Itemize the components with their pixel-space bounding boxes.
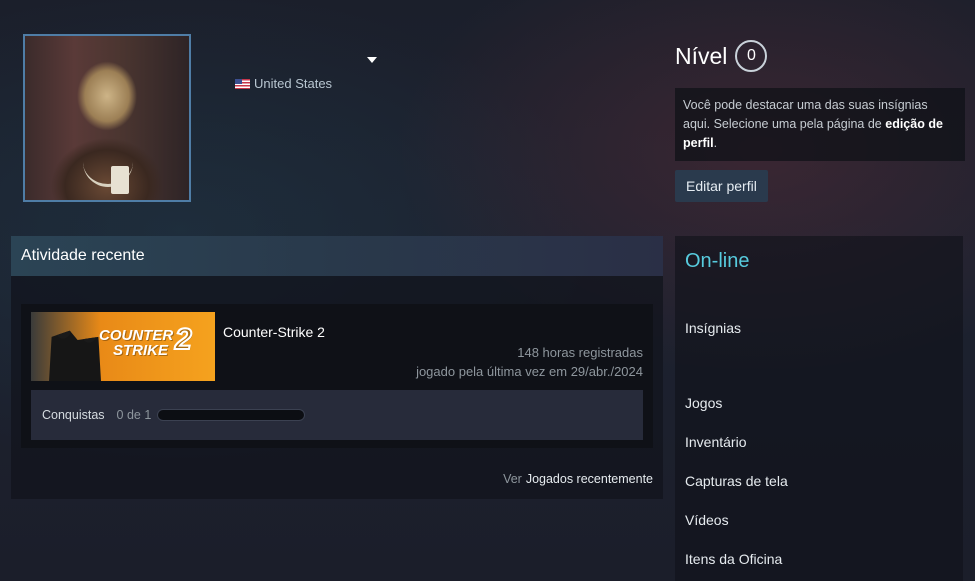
online-status: On-line <box>685 250 750 272</box>
view-prefix: Ver <box>503 472 522 486</box>
capsule-figures <box>49 330 101 381</box>
edit-profile-button[interactable]: Editar perfil <box>675 170 768 202</box>
us-flag-icon <box>235 78 250 89</box>
recently-played-link[interactable]: Jogados recentemente <box>526 472 653 486</box>
chevron-down-icon[interactable] <box>367 57 377 63</box>
game-capsule-image[interactable]: COUNTER STRIKE 2 <box>31 312 215 381</box>
recent-activity-section: Atividade recente COUNTER STRIKE 2 Count… <box>11 236 663 499</box>
capsule-logo-number: 2 <box>174 323 193 356</box>
profile-level: Nível 0 <box>675 40 768 72</box>
side-link-inventory[interactable]: Inventário <box>685 434 746 450</box>
side-link-workshop[interactable]: Itens da Oficina <box>685 551 782 567</box>
achievements-label[interactable]: Conquistas <box>42 408 105 422</box>
avatar[interactable] <box>23 34 191 202</box>
recent-activity-header: Atividade recente <box>11 236 663 276</box>
profile-side-panel: On-line Insígnias Jogos Inventário Captu… <box>675 236 963 581</box>
game-hours: 148 horas registradas <box>517 345 643 360</box>
side-link-videos[interactable]: Vídeos <box>685 512 729 528</box>
side-link-badges[interactable]: Insígnias <box>685 320 741 336</box>
achievements-progress-bar <box>157 409 306 421</box>
level-badge[interactable]: 0 <box>735 40 768 72</box>
capsule-logo: COUNTER STRIKE 2 <box>99 324 193 359</box>
badge-info-end: . <box>713 136 718 150</box>
game-name[interactable]: Counter-Strike 2 <box>223 324 325 340</box>
game-last-played: jogado pela última vez em 29/abr./2024 <box>416 364 643 379</box>
location: United States <box>235 76 332 91</box>
badge-info-box: Você pode destacar uma das suas insígnia… <box>675 88 965 161</box>
avatar-pendant-detail <box>111 166 129 194</box>
side-link-games[interactable]: Jogos <box>685 395 722 411</box>
capsule-logo-line1: COUNTER <box>99 327 174 344</box>
achievements-bar: Conquistas 0 de 1 <box>31 390 643 440</box>
location-text: United States <box>254 76 333 91</box>
side-link-screenshots[interactable]: Capturas de tela <box>685 473 788 489</box>
achievements-count: 0 de 1 <box>116 408 152 422</box>
recent-game-card: COUNTER STRIKE 2 Counter-Strike 2 148 ho… <box>21 304 653 448</box>
view-recent-games: Ver Jogados recentemente <box>503 472 653 486</box>
level-label: Nível <box>675 42 728 69</box>
capsule-logo-line2: STRIKE <box>113 342 169 359</box>
